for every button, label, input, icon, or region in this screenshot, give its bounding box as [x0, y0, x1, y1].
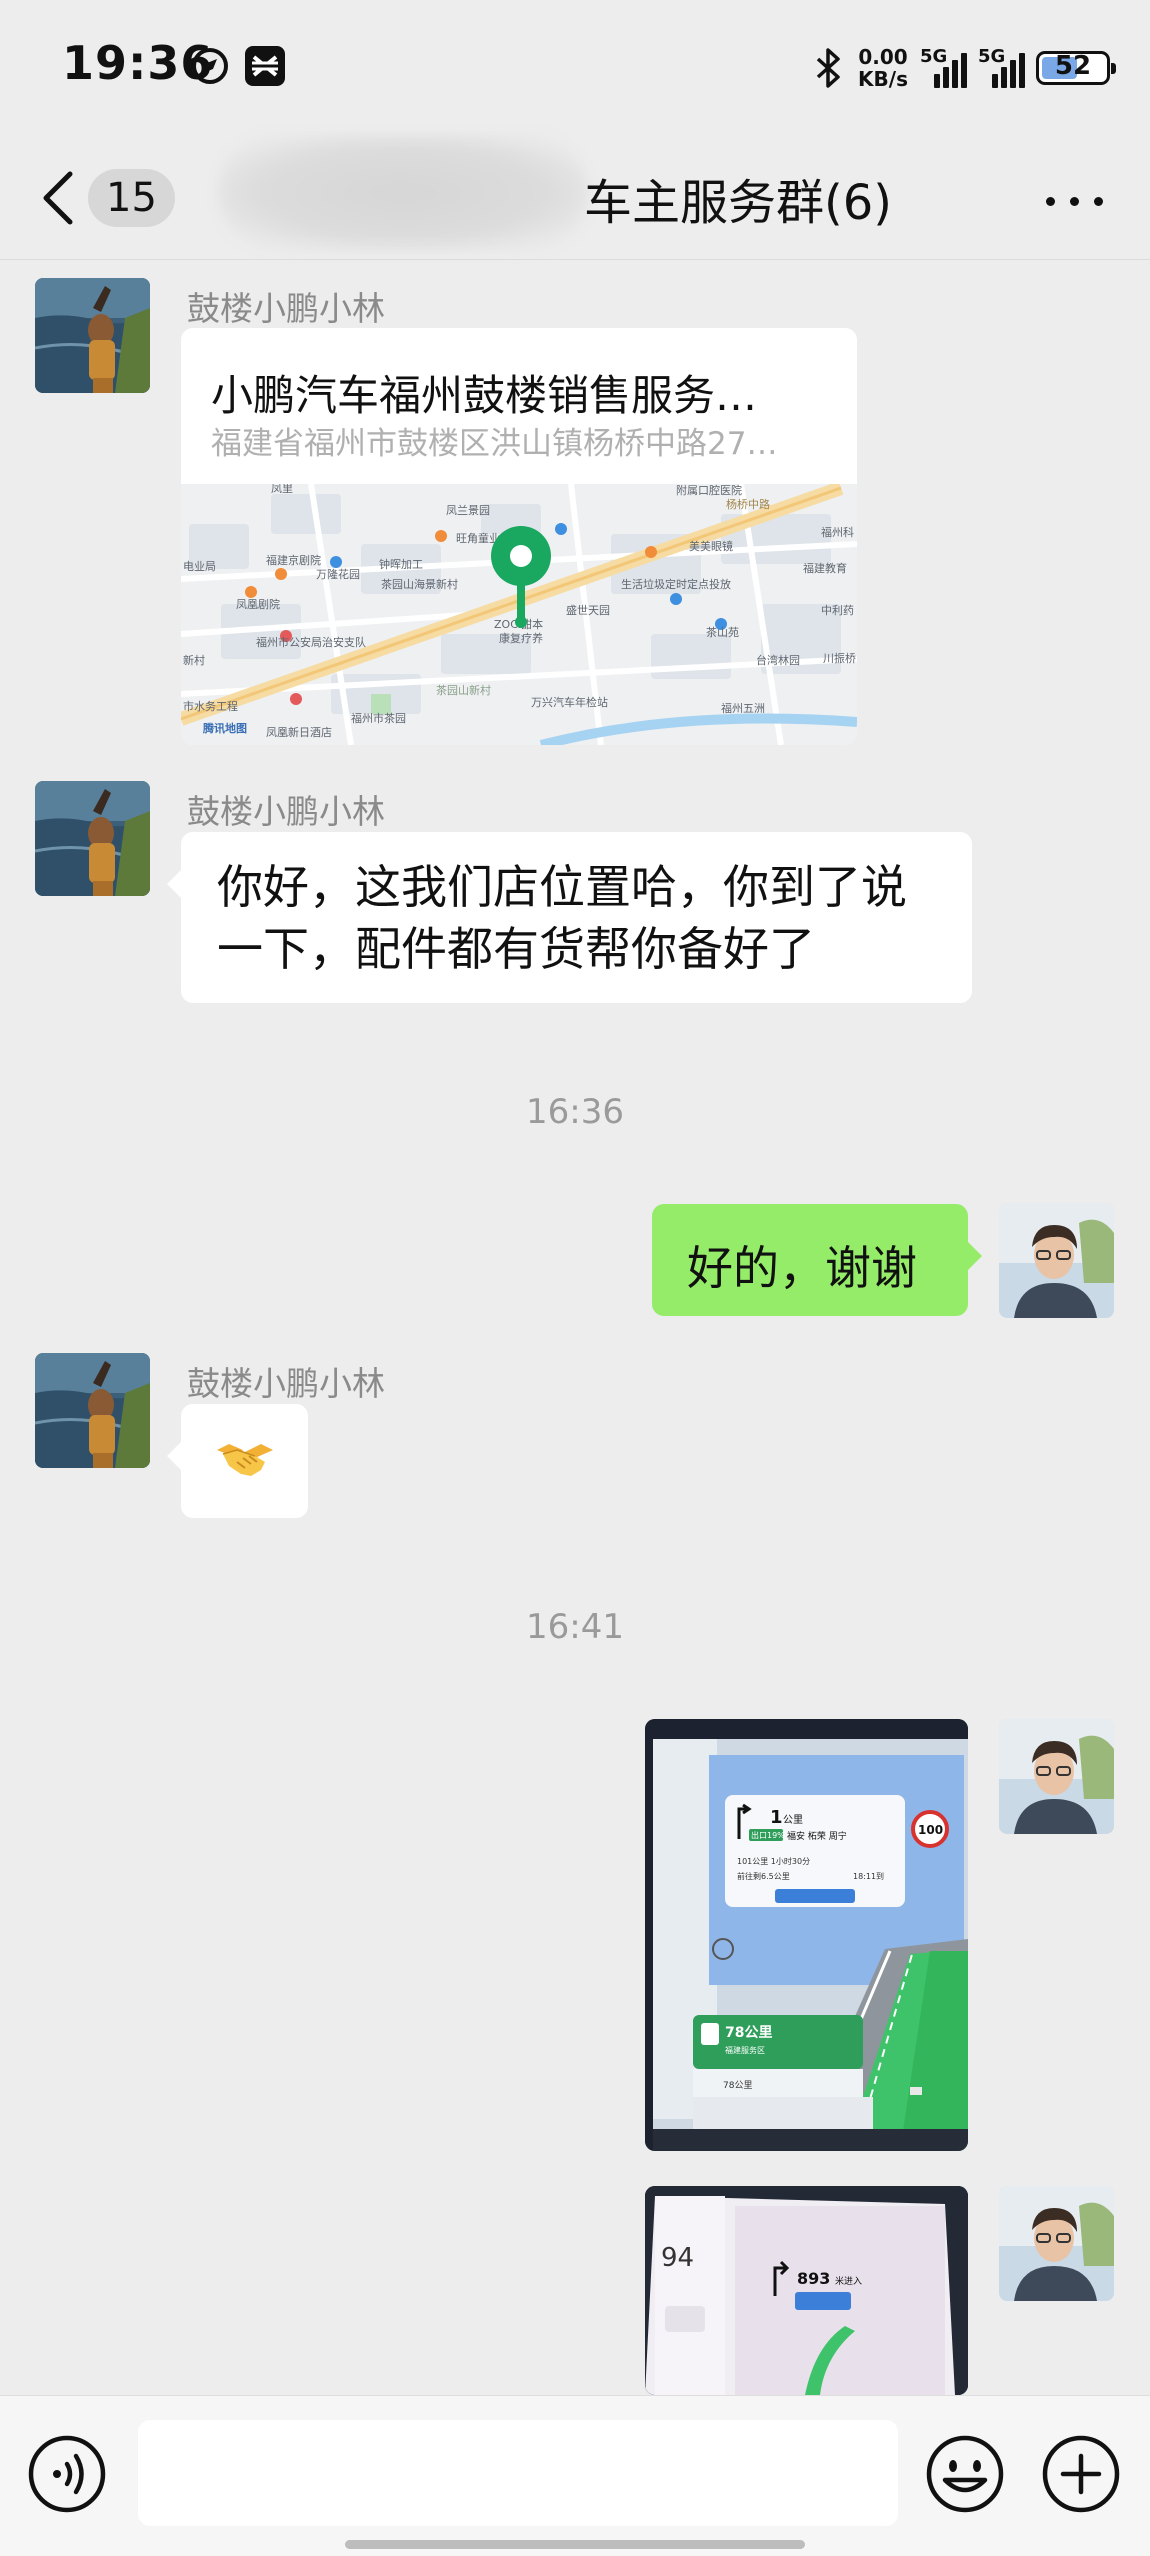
nav-next-hint: 前往剩6.5公里: [737, 1871, 790, 1881]
map-label: 茶园山新村: [436, 683, 491, 697]
photo-message[interactable]: 1 公里 出口19% 福安 柘荣 周宁 101公里 1小时30分 18:11到 …: [645, 1719, 968, 2151]
map-label: 钟晖加工: [379, 557, 423, 571]
compass-icon: [192, 48, 228, 84]
nav-distance-unit-2: 米进入: [835, 2275, 862, 2287]
map-watermark: 腾讯地图: [203, 721, 247, 735]
map-label: 杨桥中路: [726, 497, 770, 511]
status-right: 0.00 KB/s 5G 5G 52: [812, 40, 1116, 96]
map-label: 中利药: [821, 604, 854, 617]
map-label: 福州市茶园: [351, 711, 406, 725]
service-area-distance-2: 78公里: [723, 2080, 752, 2091]
location-map[interactable]: 凤里 凤兰景园 附属口腔医院 杨桥中路 福州科 福建京剧院 旺角童业 美美眼镜 …: [181, 484, 857, 745]
voice-icon[interactable]: [27, 2434, 107, 2514]
map-label: 川振桥: [823, 651, 856, 665]
nav-exit-tag: 出口19%: [751, 1830, 785, 1840]
location-card[interactable]: 小鹏汽车福州鼓楼销售服务… 福建省福州市鼓楼区洪山镇杨桥中路27… 凤里 凤兰景…: [181, 328, 857, 745]
message-input[interactable]: [138, 2420, 898, 2526]
service-area-distance: 78公里: [725, 2025, 772, 2041]
signal-type-2: 5G: [978, 46, 1006, 67]
map-label: 旺角童业: [456, 531, 500, 545]
photo-message[interactable]: 94 893 米进入: [645, 2186, 968, 2395]
map-label: 康复疗养: [499, 631, 543, 645]
nav-remaining: 101公里 1小时30分: [737, 1856, 810, 1866]
map-label: 万隆花园: [316, 567, 360, 581]
map-label: 新村: [183, 653, 205, 667]
timestamp: 16:41: [526, 1607, 624, 1647]
my-avatar[interactable]: [999, 1203, 1114, 1318]
input-bar: [0, 2395, 1150, 2556]
map-label: 生活垃圾定时定点投放: [621, 577, 731, 591]
map-label: 福州五洲: [721, 701, 765, 715]
map-label: 盛世天园: [566, 603, 610, 617]
capcut-icon: [245, 46, 285, 86]
net-speed-value: 0.00: [858, 45, 908, 69]
home-indicator[interactable]: [345, 2540, 805, 2549]
service-area-name: 福建服务区: [725, 2045, 765, 2055]
chat-header: 15 车主服务群(6): [0, 135, 1150, 260]
map-label: 茶山苑: [706, 626, 739, 639]
back-button[interactable]: 15: [40, 163, 180, 233]
sender-avatar[interactable]: [35, 1353, 150, 1468]
map-label: 福建教育: [803, 561, 847, 575]
sender-avatar[interactable]: [35, 781, 150, 896]
timestamp: 16:36: [526, 1092, 624, 1132]
bluetooth-icon: [816, 48, 840, 88]
battery-level: 52: [1054, 51, 1092, 81]
map-label: 附属口腔医院: [676, 484, 742, 497]
location-address: 福建省福州市鼓楼区洪山镇杨桥中路27…: [211, 426, 778, 462]
message-text-line: 你好，这我们店位置哈，你到了说: [217, 860, 907, 914]
speed-limit-sign: 100: [918, 1823, 943, 1837]
plus-icon[interactable]: [1041, 2434, 1121, 2514]
map-label: 万兴汽车年检站: [531, 695, 608, 709]
net-speed: 0.00 KB/s: [858, 46, 908, 90]
sticker-bubble[interactable]: [167, 1404, 308, 1518]
blurred-group-name: [218, 135, 588, 250]
message-bubble-out[interactable]: 好的，谢谢: [652, 1204, 982, 1316]
vehicle-speed: 94: [661, 2243, 694, 2273]
message-text: 好的，谢谢: [687, 1241, 917, 1295]
map-label: 市水务工程: [183, 699, 238, 713]
map-label: 茶园山海景新村: [381, 577, 458, 591]
more-icon: [1046, 197, 1055, 206]
back-chevron-icon: [43, 171, 73, 225]
map-label: 台湾林园: [756, 653, 800, 667]
map-label: 福建京剧院: [266, 553, 321, 567]
nav-eta: 18:11到: [853, 1872, 884, 1881]
nav-direction: 福安 柘荣 周宁: [787, 1830, 847, 1842]
emoji-icon[interactable]: [925, 2434, 1005, 2514]
map-label: 美美眼镜: [689, 539, 733, 553]
chat-title: 车主服务群(6): [584, 175, 892, 231]
map-label: 电业局: [183, 560, 216, 573]
map-label: 福州市公安局治安支队: [256, 635, 366, 649]
sender-name: 鼓楼小鹏小林: [187, 289, 385, 328]
nav-distance-2: 893: [797, 2269, 830, 2288]
signal-icon-2: 5G: [978, 44, 1025, 92]
map-label: 福州科: [821, 525, 854, 539]
map-label: 凤兰景园: [446, 504, 490, 517]
net-speed-unit: KB/s: [858, 67, 908, 91]
sender-avatar[interactable]: [35, 278, 150, 393]
my-avatar[interactable]: [999, 2186, 1114, 2301]
map-label: 凤里: [271, 484, 293, 495]
battery-icon: 52: [1036, 51, 1116, 85]
handshake-emoji: [216, 1444, 273, 1476]
signal-icon: 5G: [920, 44, 967, 92]
message-bubble[interactable]: 你好，这我们店位置哈，你到了说 一下，配件都有货帮你备好了: [167, 832, 972, 1003]
unread-count-badge: 15: [88, 169, 175, 227]
map-label: 凤凰新日酒店: [266, 725, 332, 739]
message-text-line: 一下，配件都有货帮你备好了: [217, 922, 815, 976]
my-avatar[interactable]: [999, 1719, 1114, 1834]
location-name: 小鹏汽车福州鼓楼销售服务…: [211, 371, 758, 420]
map-label: 凤凰剧院: [236, 597, 280, 611]
sender-name: 鼓楼小鹏小林: [187, 1364, 385, 1403]
nav-distance: 1: [770, 1807, 783, 1828]
sender-name: 鼓楼小鹏小林: [187, 792, 385, 831]
signal-type-1: 5G: [920, 46, 948, 67]
status-bar: 19:36 0.00 KB/s 5G 5G 52: [0, 0, 1150, 135]
more-button[interactable]: [1040, 170, 1110, 230]
nav-distance-unit: 公里: [783, 1814, 803, 1826]
